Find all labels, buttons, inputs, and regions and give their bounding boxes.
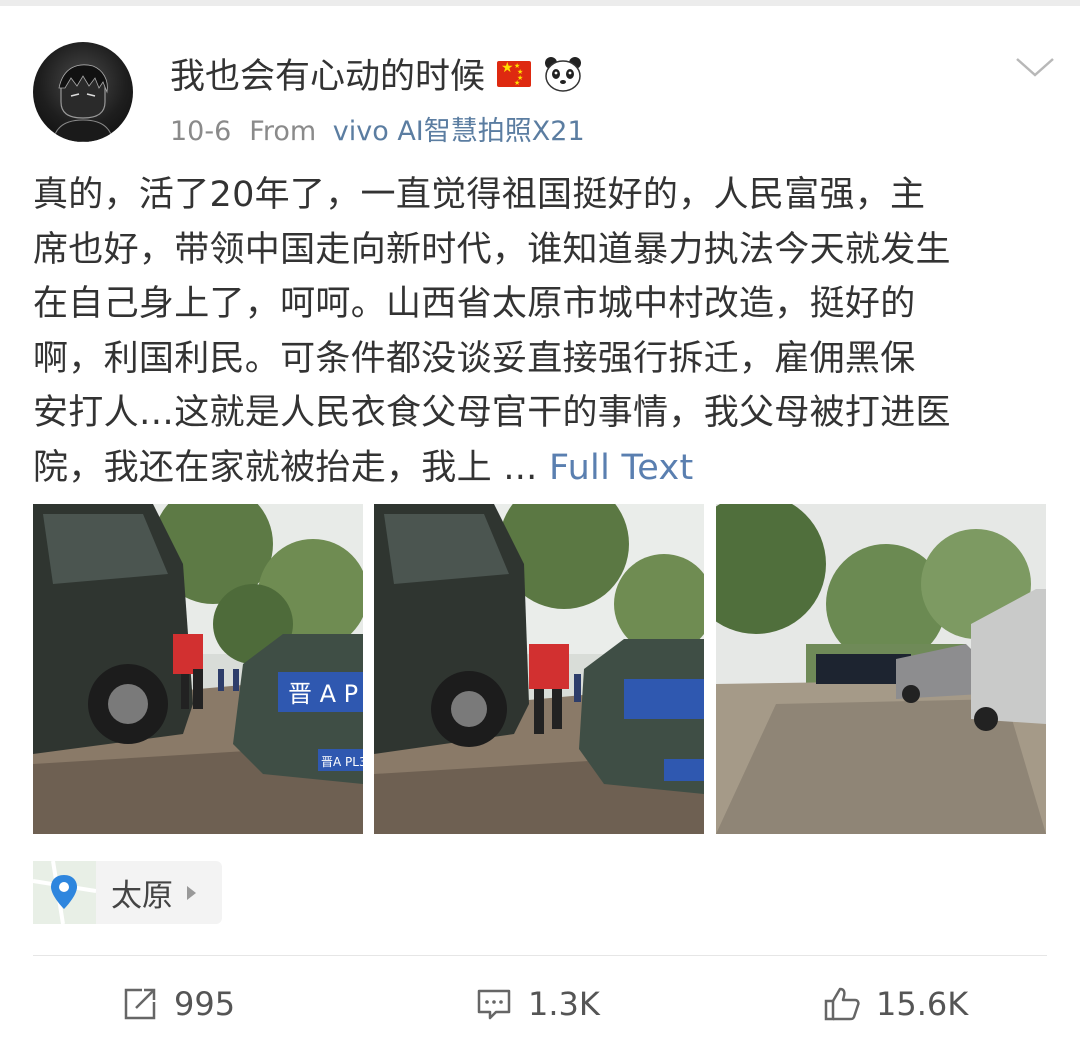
comment-button[interactable]: 1.3K [474,980,600,1028]
avatar[interactable] [33,42,133,142]
like-icon [824,987,860,1021]
repost-button[interactable]: 995 [120,980,235,1028]
repost-count: 995 [174,985,236,1023]
post-text-line: 院，我还在家就被抬走，我上 ... [33,447,538,488]
post-text-line: 在自己身上了，呵呵。山西省太原市城中村改造，挺好的 [33,284,916,324]
comment-count: 1.3K [528,985,600,1023]
post-photo-3[interactable] [716,504,1046,834]
repost-icon [124,988,156,1020]
plate-small-text: 晋A PL3 [321,755,363,769]
flag-cn-icon: ★ ★ ★ ★ ★ [497,60,532,87]
caret-right-icon [187,885,196,900]
location-label: 太原 [111,878,173,914]
actions-divider [33,955,1047,956]
post-text-line: 真的，活了20年了，一直觉得祖国挺好的，人民富强，主 [33,175,926,215]
post-body: 真的，活了20年了，一直觉得祖国挺好的，人民富强，主 席也好，带领中国走向新时代… [33,168,1053,495]
plate-text: 晋 A P [288,680,358,708]
post-photo-1[interactable]: 晋 A P 晋A PL3 [33,504,363,834]
post-date: 10-6 [170,116,232,147]
top-divider [0,0,1080,6]
like-button[interactable]: 15.6K [822,980,968,1028]
comment-icon [477,989,511,1020]
username[interactable]: 我也会有心动的时候 [170,48,485,99]
post-meta: 10-6 From vivo AI智慧拍照X21 [170,109,585,148]
full-text-link[interactable]: Full Text [549,448,693,488]
panda-icon [545,56,582,92]
username-row: 我也会有心动的时候 ★ ★ ★ ★ ★ [170,48,583,99]
post-text-line: 安打人…这就是人民衣食父母官干的事情，我父母被打进医 [33,393,951,433]
post-source[interactable]: vivo AI智慧拍照X21 [333,116,585,147]
post-text-line: 啊，利国利民。可条件都没谈妥直接强行拆迁，雇佣黑保 [33,338,916,379]
location-tag[interactable]: 太原 [32,860,222,925]
from-label: From [249,116,317,147]
post-text-line: 席也好，带领中国走向新时代，谁知道暴力执法今天就发生 [33,229,951,270]
post-photo-2[interactable] [374,504,704,834]
location-pin-icon [32,860,97,925]
chevron-down-icon[interactable] [1012,52,1058,82]
like-count: 15.6K [876,985,969,1023]
